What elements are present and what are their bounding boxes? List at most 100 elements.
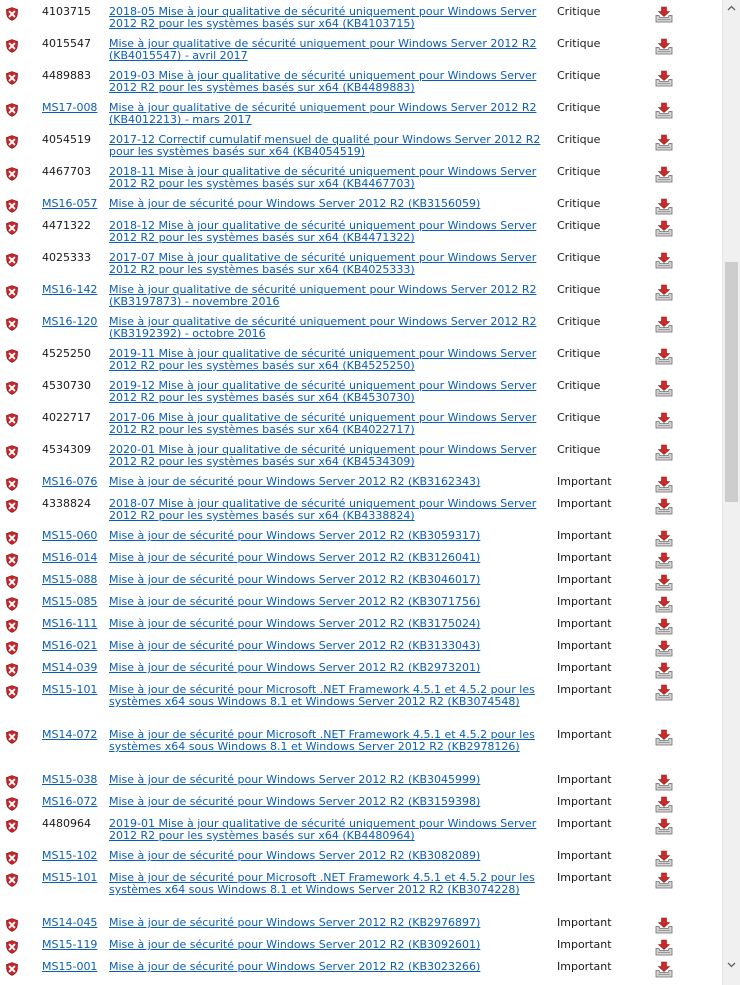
download-icon[interactable] [655, 476, 673, 493]
bulletin-link[interactable]: MS14-039 [42, 662, 97, 674]
update-title-link[interactable]: Mise à jour de sécurité pour Windows Ser… [109, 662, 549, 674]
critical-shield-icon [5, 167, 19, 181]
critical-shield-icon [5, 730, 19, 744]
critical-shield-icon [5, 797, 19, 811]
update-title-link[interactable]: Mise à jour qualitative de sécurité uniq… [109, 38, 549, 62]
bulletin-link[interactable]: MS16-057 [42, 198, 97, 210]
download-icon[interactable] [655, 961, 673, 978]
bulletin-link[interactable]: MS16-111 [42, 618, 97, 630]
update-title-link[interactable]: Mise à jour de sécurité pour Windows Ser… [109, 198, 549, 210]
bulletin-link[interactable]: MS17-008 [42, 102, 97, 114]
scroll-down-arrow-icon[interactable] [723, 956, 740, 973]
update-title-link[interactable]: Mise à jour de sécurité pour Windows Ser… [109, 850, 549, 862]
download-icon[interactable] [655, 574, 673, 591]
update-title-link[interactable]: Mise à jour qualitative de sécurité uniq… [109, 316, 549, 340]
bulletin-link[interactable]: MS15-060 [42, 530, 97, 542]
critical-shield-icon [5, 575, 19, 589]
update-title-link[interactable]: Mise à jour de sécurité pour Windows Ser… [109, 596, 549, 608]
update-title-link[interactable]: Mise à jour de sécurité pour Windows Ser… [109, 917, 549, 929]
update-title-link[interactable]: Mise à jour de sécurité pour Windows Ser… [109, 552, 549, 564]
scroll-up-arrow-icon[interactable] [723, 0, 740, 17]
download-icon[interactable] [655, 872, 673, 889]
vertical-scrollbar[interactable] [722, 0, 740, 985]
update-title-link[interactable]: 2018-11 Mise à jour qualitative de sécur… [109, 166, 549, 190]
download-icon[interactable] [655, 102, 673, 119]
download-icon[interactable] [655, 618, 673, 635]
download-icon[interactable] [655, 284, 673, 301]
download-icon[interactable] [655, 134, 673, 151]
update-title-link[interactable]: 2019-12 Mise à jour qualitative de sécur… [109, 380, 549, 404]
bulletin-link[interactable]: MS15-088 [42, 574, 97, 586]
update-title-link[interactable]: 2017-06 Mise à jour qualitative de sécur… [109, 412, 549, 436]
download-icon[interactable] [655, 850, 673, 867]
download-icon[interactable] [655, 348, 673, 365]
download-icon[interactable] [655, 498, 673, 515]
update-title-link[interactable]: 2019-03 Mise à jour qualitative de sécur… [109, 70, 549, 94]
bulletin-link[interactable]: MS15-001 [42, 961, 97, 973]
update-title-link[interactable]: 2018-05 Mise à jour qualitative de sécur… [109, 6, 549, 30]
bulletin-link[interactable]: MS16-120 [42, 316, 97, 328]
bulletin-link[interactable]: MS16-021 [42, 640, 97, 652]
update-title-link[interactable]: Mise à jour de sécurité pour Microsoft .… [109, 872, 549, 896]
download-icon[interactable] [655, 412, 673, 429]
download-icon[interactable] [655, 818, 673, 835]
critical-shield-icon [5, 685, 19, 699]
update-title-link[interactable]: Mise à jour qualitative de sécurité uniq… [109, 284, 549, 308]
bulletin-link[interactable]: MS14-045 [42, 917, 97, 929]
download-icon[interactable] [655, 70, 673, 87]
download-icon[interactable] [655, 552, 673, 569]
critical-shield-icon [5, 531, 19, 545]
download-icon[interactable] [655, 380, 673, 397]
update-title-link[interactable]: Mise à jour de sécurité pour Windows Ser… [109, 640, 549, 652]
bulletin-link[interactable]: MS15-119 [42, 939, 97, 951]
download-icon[interactable] [655, 684, 673, 701]
update-title-link[interactable]: 2017-07 Mise à jour qualitative de sécur… [109, 252, 549, 276]
download-icon[interactable] [655, 220, 673, 237]
bulletin-link[interactable]: MS16-014 [42, 552, 97, 564]
bulletin-link[interactable]: MS16-076 [42, 476, 97, 488]
update-title-link[interactable]: Mise à jour de sécurité pour Windows Ser… [109, 476, 549, 488]
bulletin-link[interactable]: MS15-102 [42, 850, 97, 862]
update-title-link[interactable]: 2018-07 Mise à jour qualitative de sécur… [109, 498, 549, 522]
update-title-link[interactable]: Mise à jour de sécurité pour Windows Ser… [109, 796, 549, 808]
download-icon[interactable] [655, 166, 673, 183]
update-title-link[interactable]: Mise à jour de sécurité pour Windows Ser… [109, 774, 549, 786]
download-icon[interactable] [655, 917, 673, 934]
update-title-link[interactable]: Mise à jour de sécurité pour Windows Ser… [109, 618, 549, 630]
update-title-link[interactable]: 2017-12 Correctif cumulatif mensuel de q… [109, 134, 549, 158]
download-icon[interactable] [655, 640, 673, 657]
critical-shield-icon [5, 135, 19, 149]
download-icon[interactable] [655, 796, 673, 813]
update-title-link[interactable]: Mise à jour de sécurité pour Windows Ser… [109, 574, 549, 586]
update-title-link[interactable]: Mise à jour de sécurité pour Microsoft .… [109, 729, 549, 753]
update-title-link[interactable]: Mise à jour de sécurité pour Windows Ser… [109, 530, 549, 542]
download-icon[interactable] [655, 596, 673, 613]
download-icon[interactable] [655, 530, 673, 547]
scrollbar-thumb[interactable] [725, 262, 738, 502]
update-title-link[interactable]: 2020-01 Mise à jour qualitative de sécur… [109, 444, 549, 468]
download-icon[interactable] [655, 198, 673, 215]
download-icon[interactable] [655, 939, 673, 956]
update-title-link[interactable]: Mise à jour de sécurité pour Windows Ser… [109, 939, 549, 951]
download-icon[interactable] [655, 662, 673, 679]
bulletin-link[interactable]: MS16-142 [42, 284, 97, 296]
bulletin-link[interactable]: MS15-101 [42, 684, 97, 696]
download-icon[interactable] [655, 6, 673, 23]
bulletin-link[interactable]: MS15-101 [42, 872, 97, 884]
bulletin-link[interactable]: MS16-072 [42, 796, 97, 808]
download-icon[interactable] [655, 729, 673, 746]
download-icon[interactable] [655, 316, 673, 333]
update-title-link[interactable]: 2019-11 Mise à jour qualitative de sécur… [109, 348, 549, 372]
update-title-link[interactable]: 2018-12 Mise à jour qualitative de sécur… [109, 220, 549, 244]
update-title-link[interactable]: Mise à jour de sécurité pour Microsoft .… [109, 684, 549, 708]
download-icon[interactable] [655, 774, 673, 791]
download-icon[interactable] [655, 444, 673, 461]
update-title-link[interactable]: 2019-01 Mise à jour qualitative de sécur… [109, 818, 549, 842]
bulletin-link[interactable]: MS15-085 [42, 596, 97, 608]
bulletin-link[interactable]: MS15-038 [42, 774, 97, 786]
download-icon[interactable] [655, 252, 673, 269]
update-title-link[interactable]: Mise à jour qualitative de sécurité uniq… [109, 102, 549, 126]
update-title-link[interactable]: Mise à jour de sécurité pour Windows Ser… [109, 961, 549, 973]
download-icon[interactable] [655, 38, 673, 55]
bulletin-link[interactable]: MS14-072 [42, 729, 97, 741]
